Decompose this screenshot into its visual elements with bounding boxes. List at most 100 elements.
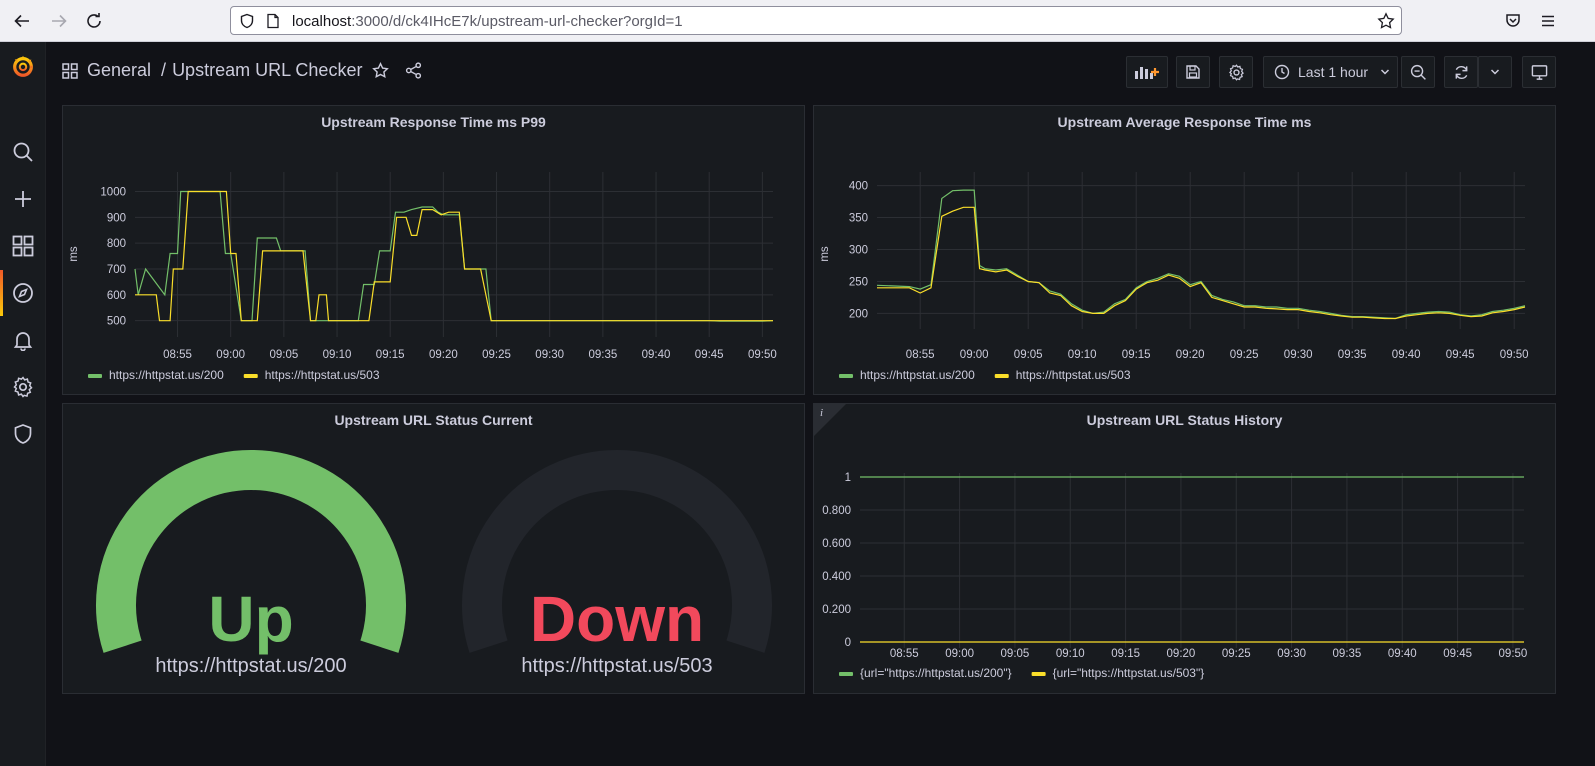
legend-swatch — [88, 374, 102, 378]
y-tick-label: 800 — [107, 238, 126, 250]
status-history-chart[interactable]: 08:55 09:00 09:05 09:10 09:15 09:20 09:25 09:30… — [814, 404, 1557, 695]
time-range-label: Last 1 hour — [1298, 64, 1369, 80]
zoom-out-button[interactable] — [1401, 56, 1435, 88]
average-chart[interactable]: 08:55 09:00 09:05 09:10 09:15 09:20 09:25 09:30… — [814, 106, 1557, 396]
x-tick-label: 08:55 — [890, 648, 919, 660]
reload-icon[interactable] — [83, 10, 105, 32]
y-tick-label: 0 — [845, 637, 851, 649]
add-panel-button[interactable] — [1126, 56, 1168, 88]
x-tick-label: 09:35 — [1338, 349, 1367, 361]
panel-p99-response-time[interactable]: Upstream Response Time ms P99 08:55 09:00… — [62, 105, 805, 395]
legend-swatch — [243, 374, 258, 378]
shield-icon[interactable] — [239, 13, 255, 34]
y-tick-label: 900 — [107, 212, 126, 224]
plus-icon[interactable] — [11, 187, 35, 211]
search-icon[interactable] — [11, 140, 35, 164]
dashboards-icon[interactable] — [11, 234, 35, 258]
y-tick-label: 250 — [849, 276, 868, 288]
x-tick-label: 09:15 — [1122, 349, 1151, 361]
y-tick-label: 300 — [849, 245, 868, 257]
monitor-icon — [1531, 64, 1548, 81]
alerting-bell-icon[interactable] — [11, 328, 35, 352]
favorite-star-icon[interactable] — [372, 62, 390, 79]
breadcrumb-folder-link[interactable]: General — [87, 60, 151, 81]
menu-icon[interactable] — [1537, 10, 1559, 32]
x-tick-label: 09:20 — [429, 349, 458, 361]
x-tick-label: 09:30 — [1277, 648, 1306, 660]
x-tick-label: 08:55 — [163, 349, 192, 361]
settings-gear-icon — [1228, 63, 1245, 81]
tv-mode-button[interactable] — [1522, 56, 1556, 88]
sidebar — [0, 42, 46, 766]
legend-item: {url="https://httpstat.us/503"} — [1053, 666, 1205, 680]
x-tick-label: 09:10 — [1056, 648, 1085, 660]
y-tick-label: 1000 — [100, 187, 126, 199]
panel-status-history[interactable]: i Upstream URL Status History 08:55 09:00… — [813, 403, 1556, 694]
y-tick-label: 0.200 — [822, 604, 851, 616]
save-dashboard-button[interactable] — [1176, 56, 1210, 88]
address-bar[interactable]: localhost:3000/d/ck4IHcE7k/upstream-url-… — [230, 6, 1402, 35]
refresh-button[interactable] — [1444, 56, 1478, 88]
bookmark-star-icon[interactable] — [1377, 12, 1395, 35]
y-tick-label: 200 — [849, 308, 868, 320]
page-icon — [265, 13, 281, 34]
refresh-interval-dropdown[interactable] — [1478, 56, 1512, 88]
configuration-gear-icon[interactable] — [11, 375, 35, 399]
gauge-value-down: Down — [529, 583, 705, 655]
legend-swatch — [839, 374, 853, 378]
browser-toolbar: localhost:3000/d/ck4IHcE7k/upstream-url-… — [0, 0, 1595, 42]
x-tick-label: 09:25 — [1230, 349, 1259, 361]
x-tick-label: 09:20 — [1176, 349, 1205, 361]
zoom-out-icon — [1410, 64, 1427, 81]
gauge-label: https://httpstat.us/200 — [155, 655, 347, 677]
y-tick-label: 0.400 — [822, 571, 851, 583]
x-tick-label: 09:10 — [323, 349, 352, 361]
x-tick-label: 09:25 — [482, 349, 511, 361]
x-tick-label: 09:50 — [1499, 648, 1528, 660]
breadcrumb: General / Upstream URL Checker — [62, 60, 422, 81]
forward-arrow-icon[interactable] — [48, 10, 70, 32]
y-tick-label: 0.800 — [822, 505, 851, 517]
x-tick-label: 09:40 — [642, 349, 671, 361]
active-indicator — [0, 270, 3, 316]
x-tick-label: 09:30 — [1284, 349, 1313, 361]
x-tick-label: 08:55 — [906, 349, 935, 361]
url-text[interactable]: localhost:3000/d/ck4IHcE7k/upstream-url-… — [292, 13, 683, 30]
legend-item: https://httpstat.us/503 — [265, 368, 380, 382]
x-tick-label: 09:40 — [1392, 349, 1421, 361]
x-tick-label: 09:00 — [960, 349, 989, 361]
panel-status-current[interactable]: Upstream URL Status Current Up https://h… — [62, 403, 805, 694]
grafana-logo-icon[interactable] — [11, 54, 35, 78]
legend-swatch — [994, 374, 1009, 378]
x-tick-label: 09:50 — [1500, 349, 1529, 361]
x-tick-label: 09:45 — [695, 349, 724, 361]
url-host: localhost — [292, 13, 352, 30]
x-tick-label: 09:45 — [1443, 648, 1472, 660]
p99-chart[interactable]: 08:55 09:00 09:05 09:10 09:15 09:20 09:25 09:30… — [63, 106, 806, 396]
save-icon — [1185, 64, 1201, 80]
x-tick-label: 09:05 — [1014, 349, 1043, 361]
x-tick-label: 09:00 — [945, 648, 974, 660]
legend-swatch — [1031, 672, 1046, 676]
breadcrumb-separator: / — [161, 60, 167, 80]
legend-item: https://httpstat.us/200 — [109, 368, 224, 382]
dashboard-settings-button[interactable] — [1219, 56, 1253, 88]
y-tick-label: 500 — [107, 316, 126, 328]
y-tick-label: 700 — [107, 264, 126, 276]
legend-item: {url="https://httpstat.us/200"} — [860, 666, 1012, 680]
refresh-icon — [1453, 64, 1470, 81]
x-tick-label: 09:20 — [1167, 648, 1196, 660]
share-icon[interactable] — [405, 62, 422, 79]
x-tick-label: 09:05 — [269, 349, 298, 361]
gauge-label: https://httpstat.us/503 — [521, 655, 713, 677]
x-tick-label: 09:50 — [748, 349, 777, 361]
dashboard-title[interactable]: Upstream URL Checker — [172, 60, 362, 81]
time-picker-button[interactable]: Last 1 hour — [1263, 56, 1398, 88]
dashboard-grid-icon — [62, 62, 78, 79]
pocket-icon[interactable] — [1502, 10, 1524, 32]
panel-average-response-time[interactable]: Upstream Average Response Time ms 08:55 0… — [813, 105, 1556, 395]
server-admin-shield-icon[interactable] — [11, 422, 35, 446]
explore-compass-icon[interactable] — [11, 281, 35, 305]
y-axis-label: ms — [819, 246, 831, 262]
back-arrow-icon[interactable] — [11, 10, 33, 32]
